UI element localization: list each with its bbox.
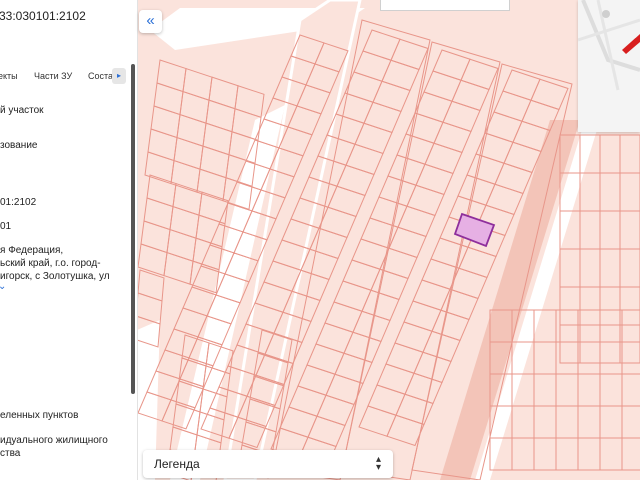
tab-objects[interactable]: екты	[0, 71, 18, 81]
panel-scrollbar[interactable]	[131, 64, 135, 394]
tabs-scroll-right-button[interactable]: ▸	[112, 68, 126, 84]
map-top-panel	[380, 0, 510, 11]
legend-label: Легенда	[154, 457, 200, 471]
chevron-updown-icon: ▴ ▾	[375, 454, 381, 473]
cadastral-number-title: 33:030101:2102	[0, 9, 86, 23]
collapse-panel-button[interactable]: «	[139, 10, 162, 33]
object-type-value: й участок	[0, 105, 44, 116]
address-line-2: ьский край, г.о. город-	[0, 258, 101, 269]
permitted-use-line-1: идуального жилищного	[0, 435, 108, 446]
usage-label: зование	[0, 140, 38, 151]
permitted-use-line-2: ства	[0, 448, 21, 459]
minimap[interactable]	[578, 0, 640, 132]
info-panel: 33:030101:2102 екты Части ЗУ Состав ▸ й …	[0, 0, 138, 480]
quarter-value: 01	[0, 221, 12, 232]
address-line-3: игорск, с Золотушка, ул	[0, 271, 110, 282]
cadastral-number-value: 01:2102	[0, 197, 37, 208]
legend-dropdown[interactable]: Легенда ▴ ▾	[143, 450, 393, 478]
expand-address-chevron-icon[interactable]: ⌄	[0, 281, 6, 292]
address-line-1: я Федерация,	[0, 245, 64, 256]
land-category-value: еленных пунктов	[0, 410, 79, 421]
tab-parcel-parts[interactable]: Части ЗУ	[34, 71, 72, 81]
